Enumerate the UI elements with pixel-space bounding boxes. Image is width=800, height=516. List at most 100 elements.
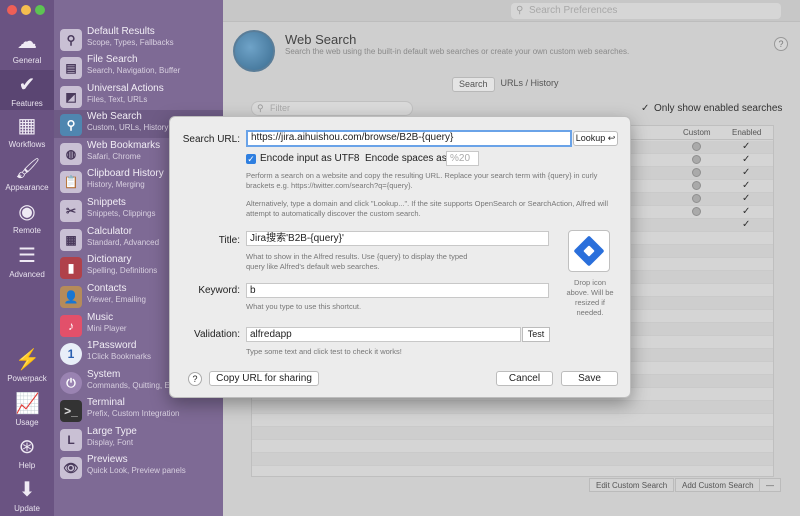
encode-utf8-checkbox[interactable]: ✓: [246, 154, 256, 164]
close-window-button[interactable]: [7, 5, 17, 15]
view-tabs: Search URLs / History: [452, 77, 565, 92]
filter-input[interactable]: ⚲ Filter: [251, 101, 413, 116]
preferences-search-input[interactable]: ⚲ Search Preferences: [511, 3, 781, 19]
enabled-check-icon[interactable]: ✓: [742, 141, 750, 152]
copy-url-button[interactable]: Copy URL for sharing: [209, 371, 319, 386]
keyword-hint: What you type to use this shortcut.: [246, 302, 362, 311]
zoom-window-button[interactable]: [35, 5, 45, 15]
globe-icon: ⚲: [60, 114, 82, 136]
category-subtitle: Prefix, Custom Integration: [87, 409, 180, 418]
web-search-globe-icon: [233, 30, 275, 72]
preferences-window: ☁ General ✔ Features ▦ Workflows 🖌 Appea…: [0, 0, 800, 516]
tab-search[interactable]: Search: [452, 77, 495, 92]
calculator-icon: ▦: [60, 229, 82, 251]
enabled-check-icon[interactable]: ✓: [742, 180, 750, 191]
large-type-icon: L: [60, 429, 82, 451]
nav-workflows[interactable]: ▦ Workflows: [0, 114, 54, 152]
encode-spaces-label: Encode spaces as: [365, 153, 447, 164]
nav-label: Update: [14, 504, 40, 513]
category-subtitle: Display, Font: [87, 438, 134, 447]
validation-label: Validation:: [194, 329, 240, 340]
search-placeholder: Search Preferences: [529, 5, 618, 16]
title-hint: What to show in the Alfred results. Use …: [246, 252, 468, 271]
page-description: Search the web using the built-in defaul…: [285, 47, 630, 56]
minimize-window-button[interactable]: [21, 5, 31, 15]
nav-label: Usage: [15, 418, 39, 427]
gear-icon: [692, 142, 701, 151]
gear-icon: [692, 194, 701, 203]
title-field[interactable]: Jira搜索'B2B-{query}': [246, 231, 549, 246]
add-custom-search-button[interactable]: Add Custom Search: [675, 478, 761, 492]
nav-label: Remote: [12, 226, 41, 235]
nav-general[interactable]: ☁ General: [0, 30, 54, 68]
encode-spaces-field[interactable]: %20: [446, 151, 479, 166]
help-button[interactable]: ?: [774, 37, 788, 51]
gear-icon: [692, 207, 701, 216]
search-url-label: Search URL:: [182, 134, 240, 145]
download-icon: ⬇: [18, 479, 36, 501]
clipboard-icon: 📋: [60, 171, 82, 193]
category-large-type[interactable]: L Large Type Display, Font: [54, 425, 223, 453]
test-button[interactable]: Test: [522, 327, 550, 342]
remove-search-button[interactable]: —: [759, 478, 781, 492]
icon-drop-well[interactable]: [568, 230, 610, 272]
preferences-nav: ☁ General ✔ Features ▦ Workflows 🖌 Appea…: [0, 0, 54, 516]
category-previews[interactable]: 👁 Previews Quick Look, Preview panels: [54, 453, 223, 481]
category-terminal[interactable]: >_ Terminal Prefix, Custom Integration: [54, 396, 223, 424]
snippets-icon: ✂: [60, 200, 82, 222]
music-icon: ♪: [60, 315, 82, 337]
jira-logo-icon: [573, 235, 605, 267]
file-icon: ▤: [60, 57, 82, 79]
search-url-field[interactable]: https://jira.aihuishou.com/browse/B2B-{q…: [246, 130, 572, 147]
nav-remote[interactable]: ◉ Remote: [0, 200, 54, 238]
validation-field[interactable]: alfredapp: [246, 327, 521, 342]
paint-roller-icon: 🖌: [15, 158, 41, 180]
enabled-check-icon[interactable]: ✓: [742, 193, 750, 204]
nav-features[interactable]: ✔ Features: [0, 70, 54, 110]
nav-advanced[interactable]: ☰ Advanced: [0, 244, 54, 282]
dictionary-icon: ▮: [60, 257, 82, 279]
toolbar: ⚲ Search Preferences: [223, 0, 800, 22]
category-universal-actions[interactable]: ◩ Universal Actions Files, Text, URLs: [54, 82, 223, 110]
help-button[interactable]: ?: [188, 372, 202, 386]
battery-icon: ⚡: [15, 349, 40, 371]
table-row: [252, 453, 773, 466]
enabled-check-icon[interactable]: ✓: [742, 154, 750, 165]
title-label: Title:: [218, 235, 240, 246]
magnifier-icon: ⚲: [60, 29, 82, 51]
eye-icon: 👁: [60, 457, 82, 479]
bookmark-globe-icon: ◍: [60, 143, 82, 165]
nav-help[interactable]: ⊛ Help: [0, 435, 54, 473]
grid-icon: ▦: [17, 115, 37, 137]
nav-label: Appearance: [5, 183, 49, 192]
keyword-field[interactable]: b: [246, 283, 549, 298]
checkmark-icon: ✔: [18, 74, 36, 96]
table-row: [252, 401, 773, 414]
enabled-check-icon[interactable]: ✓: [742, 219, 750, 230]
lifebuoy-icon: ⊛: [18, 436, 36, 458]
enabled-check-icon[interactable]: ✓: [742, 167, 750, 178]
nav-appearance[interactable]: 🖌 Appearance: [0, 157, 54, 195]
icon-drop-hint: Drop icon above. Will be resized if need…: [566, 278, 614, 317]
cancel-button[interactable]: Cancel: [496, 371, 553, 386]
tab-urls-history[interactable]: URLs / History: [495, 77, 565, 92]
nav-powerpack[interactable]: ⚡ Powerpack: [0, 348, 54, 386]
lookup-hint: Alternatively, type a domain and click "…: [246, 199, 609, 218]
category-default-results[interactable]: ⚲ Default Results Scope, Types, Fallbacks: [54, 25, 223, 53]
category-title: Universal Actions: [87, 83, 164, 94]
power-icon: ⏻: [60, 372, 82, 394]
only-enabled-label: Only show enabled searches: [654, 103, 783, 114]
category-file-search[interactable]: ▤ File Search Search, Navigation, Buffer: [54, 53, 223, 81]
enabled-check-icon[interactable]: ✓: [742, 206, 750, 217]
lookup-button[interactable]: Lookup ↩: [573, 131, 618, 146]
nav-update[interactable]: ⬇ Update: [0, 478, 54, 516]
save-button[interactable]: Save: [561, 371, 618, 386]
edit-custom-search-button[interactable]: Edit Custom Search: [589, 478, 675, 492]
nav-usage[interactable]: 📈 Usage: [0, 392, 54, 430]
only-enabled-checkbox[interactable]: ✓ Only show enabled searches: [641, 103, 782, 114]
column-custom[interactable]: Custom: [683, 128, 711, 137]
category-title: File Search: [87, 54, 138, 65]
contacts-icon: 👤: [60, 286, 82, 308]
remote-icon: ◉: [18, 201, 36, 223]
column-enabled[interactable]: Enabled: [732, 128, 761, 137]
